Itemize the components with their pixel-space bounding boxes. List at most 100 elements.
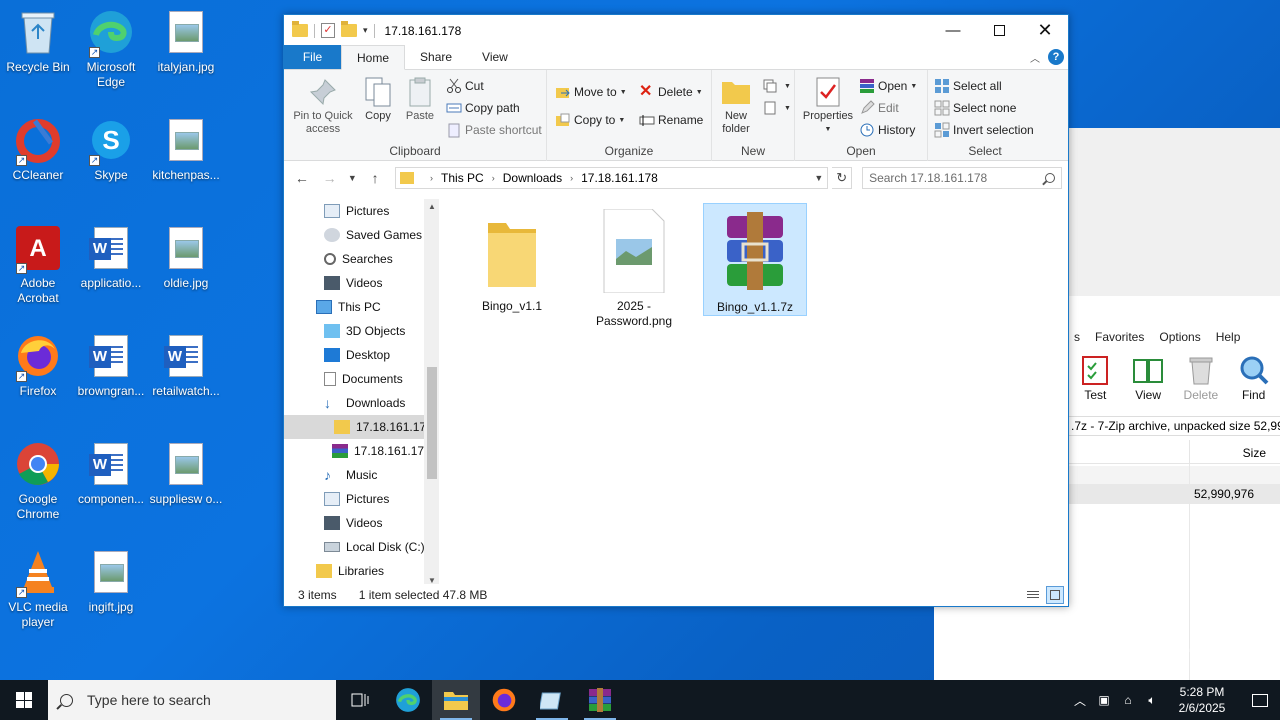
scroll-down-icon[interactable]: ▼: [424, 573, 439, 584]
pin-to-quick-access-button[interactable]: Pin to Quick access: [288, 76, 358, 136]
file-item-archive[interactable]: Bingo_v1.1.7z: [703, 203, 807, 316]
find-button[interactable]: Find: [1227, 350, 1280, 410]
edit-button[interactable]: Edit: [859, 100, 899, 116]
minimize-button[interactable]: —: [930, 15, 976, 46]
scroll-up-icon[interactable]: ▲: [424, 199, 439, 215]
taskbar-winrar[interactable]: [576, 680, 624, 720]
nav-item-pictures[interactable]: Pictures: [284, 199, 439, 223]
volume-icon[interactable]: 🔈︎: [1140, 693, 1164, 708]
taskbar-firefox[interactable]: [480, 680, 528, 720]
nav-item-local-disk[interactable]: Local Disk (C:): [284, 535, 439, 559]
cut-button[interactable]: Cut: [446, 78, 484, 94]
up-button[interactable]: ↑: [363, 170, 387, 186]
7zip-path-bar[interactable]: .7z - 7-Zip archive, unpacked size 52,99…: [1069, 416, 1280, 436]
breadcrumb-this-pc[interactable]: This PC: [441, 171, 484, 185]
taskbar-file-explorer[interactable]: [432, 680, 480, 720]
clock[interactable]: 5:28 PM 2/6/2025: [1164, 684, 1240, 716]
open-button[interactable]: Open ▼: [859, 78, 917, 94]
delete-button[interactable]: Delete: [1175, 350, 1228, 410]
paste-button[interactable]: Paste: [400, 76, 440, 123]
close-button[interactable]: ✕: [1022, 15, 1068, 46]
desktop-icon-skype[interactable]: S ↗ Skype: [73, 116, 149, 183]
scroll-thumb[interactable]: [427, 367, 437, 479]
select-all-button[interactable]: Select all: [934, 78, 1002, 94]
copy-path-button[interactable]: Copy path: [446, 100, 520, 116]
desktop-icon-ingift[interactable]: ingift.jpg: [73, 548, 149, 615]
new-folder-button[interactable]: New folder: [716, 76, 756, 136]
file-list[interactable]: Bingo_v1.1 2025 - Password.png Bingo_v1.…: [444, 195, 1068, 585]
desktop-icon-application[interactable]: W applicatio...: [73, 224, 149, 291]
task-view-button[interactable]: [336, 680, 384, 720]
7zip-row[interactable]: 52,990,976: [1069, 484, 1280, 504]
address-bar[interactable]: › This PC › Downloads › 17.18.161.178 ▼: [395, 167, 829, 189]
desktop-icon-italyjan[interactable]: italyjan.jpg: [148, 8, 224, 75]
test-button[interactable]: Test: [1069, 350, 1122, 410]
recent-locations-button[interactable]: ▼: [345, 173, 359, 183]
customize-toolbar-icon[interactable]: ▾: [363, 25, 368, 36]
navigation-pane[interactable]: Pictures Saved Games Searches Videos Thi…: [284, 199, 439, 584]
nav-item-downloads[interactable]: ↓ Downloads: [284, 391, 439, 415]
nav-item-documents[interactable]: Documents: [284, 367, 439, 391]
desktop-icon-firefox[interactable]: ↗ Firefox: [0, 332, 76, 399]
nav-item-desktop[interactable]: Desktop: [284, 343, 439, 367]
delete-button[interactable]: ✕ Delete ▼: [639, 84, 703, 100]
desktop-icon-oldie[interactable]: oldie.jpg: [148, 224, 224, 291]
notifications-button[interactable]: [1240, 680, 1280, 720]
nav-item-libraries[interactable]: Libraries: [284, 559, 439, 583]
paste-shortcut-button[interactable]: Paste shortcut: [446, 122, 542, 138]
invert-selection-button[interactable]: Invert selection: [934, 122, 1034, 138]
nav-item-saved-games[interactable]: Saved Games: [284, 223, 439, 247]
desktop-icon-ccleaner[interactable]: ↗ CCleaner: [0, 116, 76, 183]
new-folder-icon[interactable]: [341, 21, 357, 37]
nav-item-pictures-2[interactable]: Pictures: [284, 487, 439, 511]
search-input[interactable]: Search 17.18.161.178: [869, 171, 987, 185]
easy-access-button[interactable]: ▼: [762, 100, 791, 116]
nav-item-archive[interactable]: 17.18.161.178: [284, 439, 439, 463]
nav-item-videos-2[interactable]: Videos: [284, 511, 439, 535]
desktop-icon-retailwatch[interactable]: W retailwatch...: [148, 332, 224, 399]
copy-to-button[interactable]: Copy to ▼: [555, 112, 625, 128]
menu-item-help[interactable]: Help: [1211, 328, 1251, 348]
tab-home[interactable]: Home: [341, 45, 406, 70]
nav-scrollbar[interactable]: ▲ ▼: [424, 199, 439, 584]
chevron-down-icon[interactable]: ▼: [814, 173, 823, 183]
desktop-icon-kitchenpas[interactable]: kitchenpas...: [148, 116, 224, 183]
large-icons-view-button[interactable]: [1046, 586, 1064, 604]
properties-button[interactable]: Properties ▼: [799, 76, 857, 136]
desktop-icon-edge[interactable]: ↗ Microsoft Edge: [73, 8, 149, 90]
search-box[interactable]: Search 17.18.161.178: [862, 167, 1062, 189]
menu-item-file[interactable]: s: [1069, 328, 1090, 348]
move-to-button[interactable]: Move to ▼: [555, 84, 627, 100]
new-item-button[interactable]: ▼: [762, 78, 791, 94]
file-item-image[interactable]: 2025 - Password.png: [582, 203, 686, 329]
show-hidden-icons-button[interactable]: ︿: [1068, 692, 1092, 709]
history-button[interactable]: History: [859, 122, 915, 138]
taskbar-7zip[interactable]: [528, 680, 576, 720]
back-button[interactable]: ←: [290, 170, 314, 186]
maximize-button[interactable]: [976, 15, 1022, 46]
copy-button[interactable]: Copy: [358, 76, 398, 123]
7zip-row[interactable]: [1069, 466, 1280, 484]
select-none-button[interactable]: Select none: [934, 100, 1016, 116]
desktop-icon-vlc[interactable]: ↗ VLC media player: [0, 548, 76, 630]
breadcrumb-current[interactable]: 17.18.161.178: [581, 171, 658, 185]
desktop-icon-componen[interactable]: W componen...: [73, 440, 149, 507]
breadcrumb-downloads[interactable]: Downloads: [503, 171, 562, 185]
size-column-header[interactable]: Size: [1243, 446, 1266, 460]
nav-item-music[interactable]: ♪ Music: [284, 463, 439, 487]
nav-item-this-pc[interactable]: This PC: [284, 295, 439, 319]
help-icon[interactable]: ?: [1048, 49, 1064, 65]
desktop-icon-browngran[interactable]: W browngran...: [73, 332, 149, 399]
refresh-button[interactable]: ↻: [832, 167, 853, 189]
desktop-icon-recycle-bin[interactable]: Recycle Bin: [0, 8, 76, 75]
network-icon[interactable]: ▣: [1092, 693, 1116, 707]
file-item-folder[interactable]: Bingo_v1.1: [460, 203, 564, 314]
collapse-ribbon-icon[interactable]: ︿: [1030, 50, 1040, 65]
desktop-icon-acrobat[interactable]: A ↗ Adobe Acrobat: [0, 224, 76, 306]
tab-share[interactable]: Share: [405, 45, 467, 69]
nav-item-3d-objects[interactable]: 3D Objects: [284, 319, 439, 343]
details-view-button[interactable]: [1024, 586, 1042, 604]
properties-icon[interactable]: ✓: [321, 23, 335, 38]
wifi-icon[interactable]: ⌂: [1116, 693, 1140, 707]
nav-item-videos[interactable]: Videos: [284, 271, 439, 295]
